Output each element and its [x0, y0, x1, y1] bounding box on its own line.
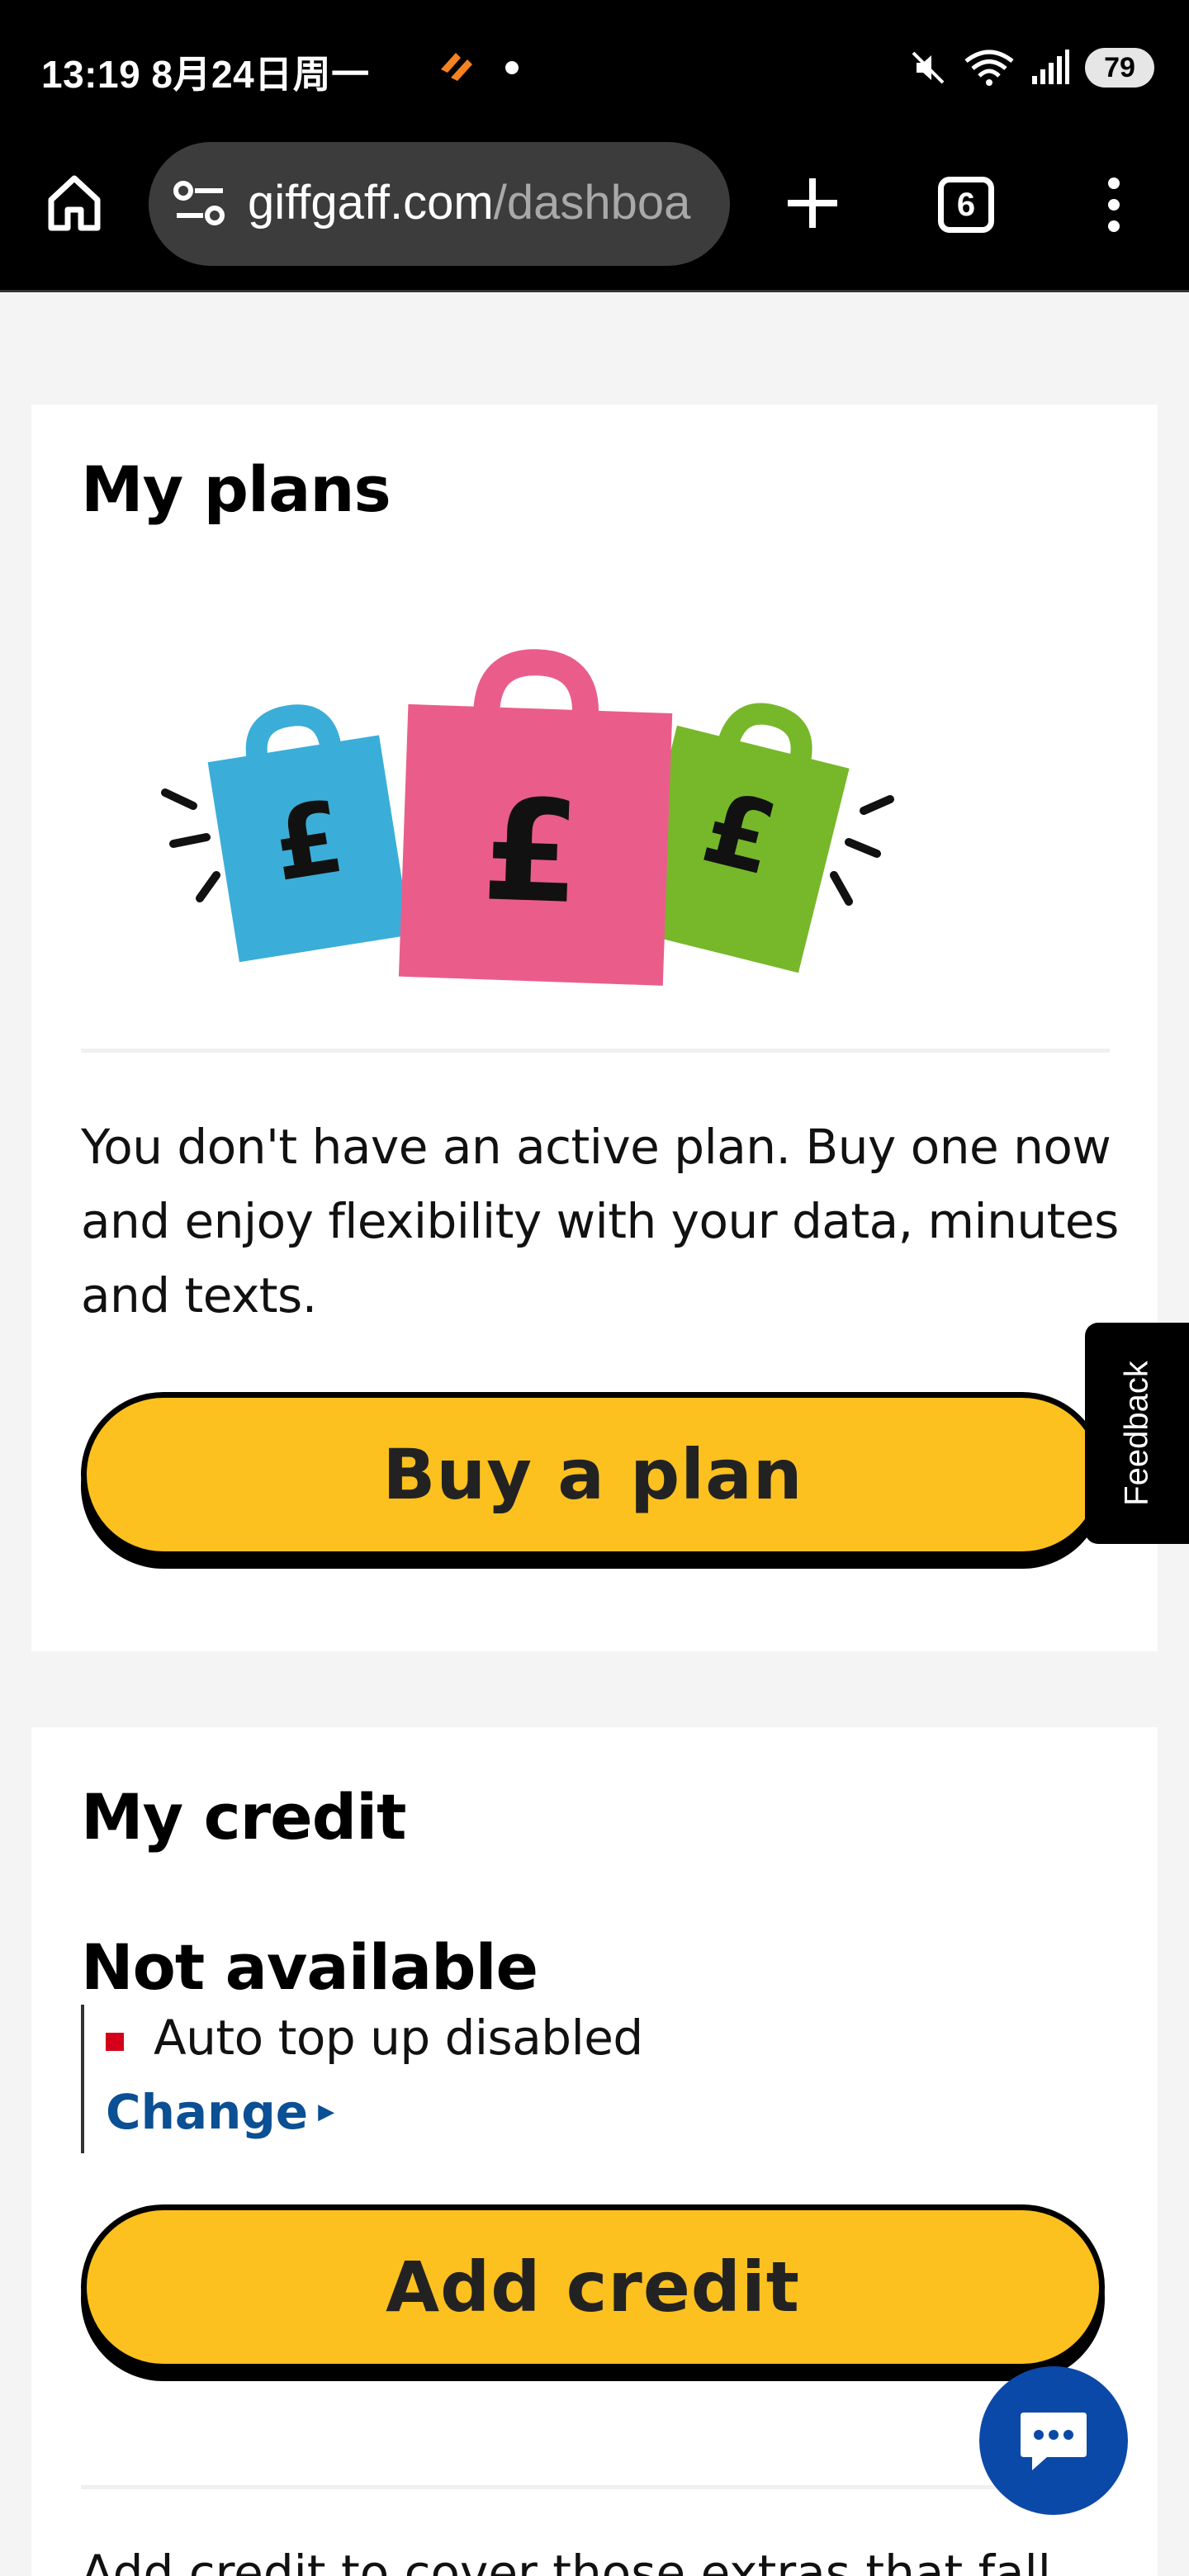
address-bar[interactable]: giffgaff.com/dashboa: [149, 142, 730, 266]
credit-title: My credit: [81, 1780, 406, 1854]
status-icons: 79: [908, 45, 1154, 91]
auto-topup-block: Auto top up disabled Change ▶: [81, 2005, 824, 2153]
chat-icon: [1021, 2413, 1087, 2470]
plus-icon[interactable]: [783, 173, 842, 233]
buy-plan-button[interactable]: Buy a plan: [81, 1392, 1105, 1557]
chat-button[interactable]: [979, 2366, 1128, 2515]
pink-bag-symbol: £: [480, 769, 583, 935]
credit-status: Not available: [81, 1930, 538, 2004]
app-notification-icon: [441, 53, 472, 81]
credit-divider: [81, 2485, 1110, 2489]
plans-title: My plans: [81, 452, 391, 526]
auto-topup-status: Auto top up disabled: [154, 2010, 643, 2066]
more-vert-icon[interactable]: [1101, 175, 1126, 234]
signal-icon: [1032, 50, 1069, 84]
add-credit-button[interactable]: Add credit: [81, 2204, 1105, 2370]
mute-icon: [912, 51, 945, 84]
blue-bag-icon: £: [207, 704, 411, 963]
tabs-icon[interactable]: 6: [938, 177, 994, 233]
arrow-right-icon: ▶: [318, 2100, 335, 2124]
plans-card: My plans £ £ £ You don't have an active …: [31, 405, 1158, 1651]
notification-dot: [505, 61, 519, 74]
motion-lines-right-icon: [830, 795, 894, 906]
status-time: 13:19 8月24日周一: [41, 53, 370, 96]
status-bar: 13:19 8月24日周一 79: [0, 0, 1189, 139]
shopping-bags-illustration: £ £ £: [161, 649, 894, 986]
feedback-label: Feedback: [1118, 1361, 1155, 1506]
wifi-icon: [964, 50, 1014, 86]
no-plan-message: You don't have an active plan. Buy one n…: [81, 1119, 1119, 1324]
change-link[interactable]: Change ▶: [106, 2084, 334, 2140]
site-settings-icon[interactable]: [173, 179, 226, 229]
home-icon[interactable]: [43, 172, 106, 234]
plans-divider: [81, 1049, 1110, 1053]
url-text[interactable]: giffgaff.com/dashboa: [248, 175, 690, 230]
motion-lines-left-icon: [161, 788, 220, 902]
browser-toolbar: giffgaff.com/dashboa 6: [0, 139, 1189, 292]
url-path: /dashboa: [493, 176, 691, 230]
battery-indicator: 79: [1085, 48, 1154, 88]
credit-info-text: Add credit to cover those extras that fa…: [81, 2545, 1051, 2576]
url-domain: giffgaff.com: [248, 176, 494, 230]
change-link-label: Change: [106, 2084, 309, 2140]
pink-bag-icon: £: [398, 649, 673, 986]
status-square-icon: [106, 2033, 124, 2051]
feedback-tab[interactable]: Feedback: [1085, 1323, 1189, 1544]
